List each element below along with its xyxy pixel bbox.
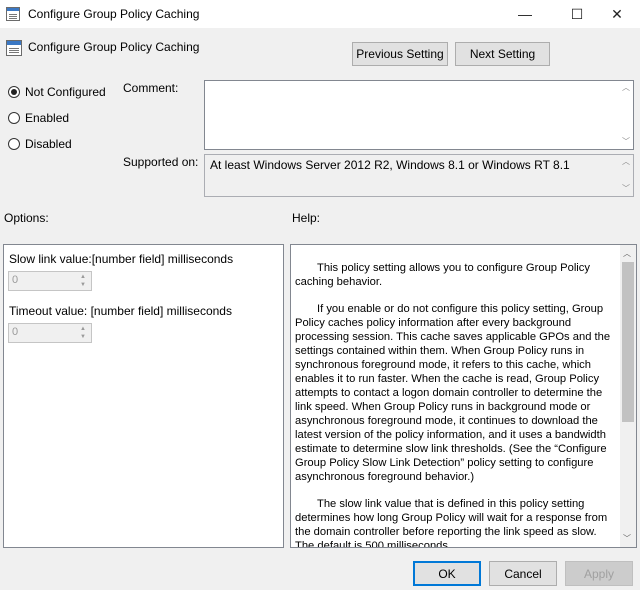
- supported-on-label: Supported on:: [123, 155, 199, 169]
- help-scrollbar[interactable]: ︿ ﹀: [620, 245, 636, 547]
- help-paragraph: This policy setting allows you to config…: [295, 262, 590, 288]
- help-panel: This policy setting allows you to config…: [290, 244, 637, 548]
- slow-link-label: Slow link value:[number field] milliseco…: [9, 252, 234, 266]
- options-panel: Slow link value:[number field] milliseco…: [3, 244, 284, 548]
- supported-scrollbar[interactable]: ︿ ﹀: [619, 155, 633, 196]
- supported-on-field: At least Windows Server 2012 R2, Windows…: [204, 154, 634, 197]
- help-paragraph: The slow link value that is defined in t…: [295, 498, 608, 548]
- ok-button[interactable]: OK: [413, 561, 481, 586]
- comment-textarea[interactable]: ︿ ﹀: [204, 80, 634, 150]
- scroll-up-icon[interactable]: ︿: [622, 84, 630, 92]
- timeout-label: Timeout value: [number field] millisecon…: [9, 304, 232, 318]
- radio-disabled[interactable]: Disabled: [8, 137, 72, 151]
- policy-icon: [6, 7, 20, 21]
- scroll-down-icon[interactable]: ﹀: [623, 533, 631, 544]
- cancel-button[interactable]: Cancel: [489, 561, 557, 586]
- scroll-up-icon[interactable]: ︿: [622, 158, 630, 166]
- comment-scrollbar[interactable]: ︿ ﹀: [619, 81, 633, 149]
- scroll-down-icon[interactable]: ﹀: [622, 138, 630, 146]
- radio-label: Not Configured: [25, 85, 106, 99]
- minimize-icon: —: [518, 6, 532, 22]
- slow-link-spinner[interactable]: ▲ ▼: [76, 273, 90, 289]
- spin-up-icon[interactable]: ▲: [76, 325, 90, 333]
- radio-unselected-icon: [8, 112, 20, 124]
- setting-title: Configure Group Policy Caching: [28, 40, 200, 54]
- setting-icon: [6, 40, 22, 56]
- spin-down-icon[interactable]: ▼: [76, 281, 90, 289]
- help-label: Help:: [292, 211, 321, 225]
- timeout-input[interactable]: 0 ▲ ▼: [8, 323, 92, 343]
- slow-link-input[interactable]: 0 ▲ ▼: [8, 271, 92, 291]
- scroll-thumb[interactable]: [622, 262, 634, 422]
- help-content: This policy setting allows you to config…: [295, 261, 617, 548]
- minimize-button[interactable]: —: [502, 0, 548, 28]
- radio-label: Disabled: [25, 137, 72, 151]
- timeout-value: 0: [12, 326, 19, 338]
- radio-enabled[interactable]: Enabled: [8, 111, 69, 125]
- spin-up-icon[interactable]: ▲: [76, 273, 90, 281]
- options-label: Options:: [4, 211, 49, 225]
- window-title: Configure Group Policy Caching: [28, 7, 200, 21]
- previous-setting-button[interactable]: Previous Setting: [352, 42, 448, 66]
- close-icon: ✕: [611, 5, 623, 22]
- supported-on-value: At least Windows Server 2012 R2, Windows…: [210, 158, 570, 172]
- radio-selected-icon: [8, 86, 20, 98]
- timeout-spinner[interactable]: ▲ ▼: [76, 325, 90, 341]
- spin-down-icon[interactable]: ▼: [76, 333, 90, 341]
- close-button[interactable]: ✕: [594, 0, 640, 28]
- radio-unselected-icon: [8, 138, 20, 150]
- radio-not-configured[interactable]: Not Configured: [8, 85, 106, 99]
- maximize-icon: ☐: [570, 5, 584, 22]
- help-paragraph: If you enable or do not configure this p…: [295, 303, 611, 483]
- comment-label: Comment:: [123, 81, 179, 95]
- slow-link-value: 0: [12, 274, 19, 286]
- scroll-up-icon[interactable]: ︿: [623, 248, 631, 259]
- next-setting-button[interactable]: Next Setting: [455, 42, 550, 66]
- apply-button[interactable]: Apply: [565, 561, 633, 586]
- radio-label: Enabled: [25, 111, 70, 125]
- scroll-down-icon[interactable]: ﹀: [622, 185, 630, 193]
